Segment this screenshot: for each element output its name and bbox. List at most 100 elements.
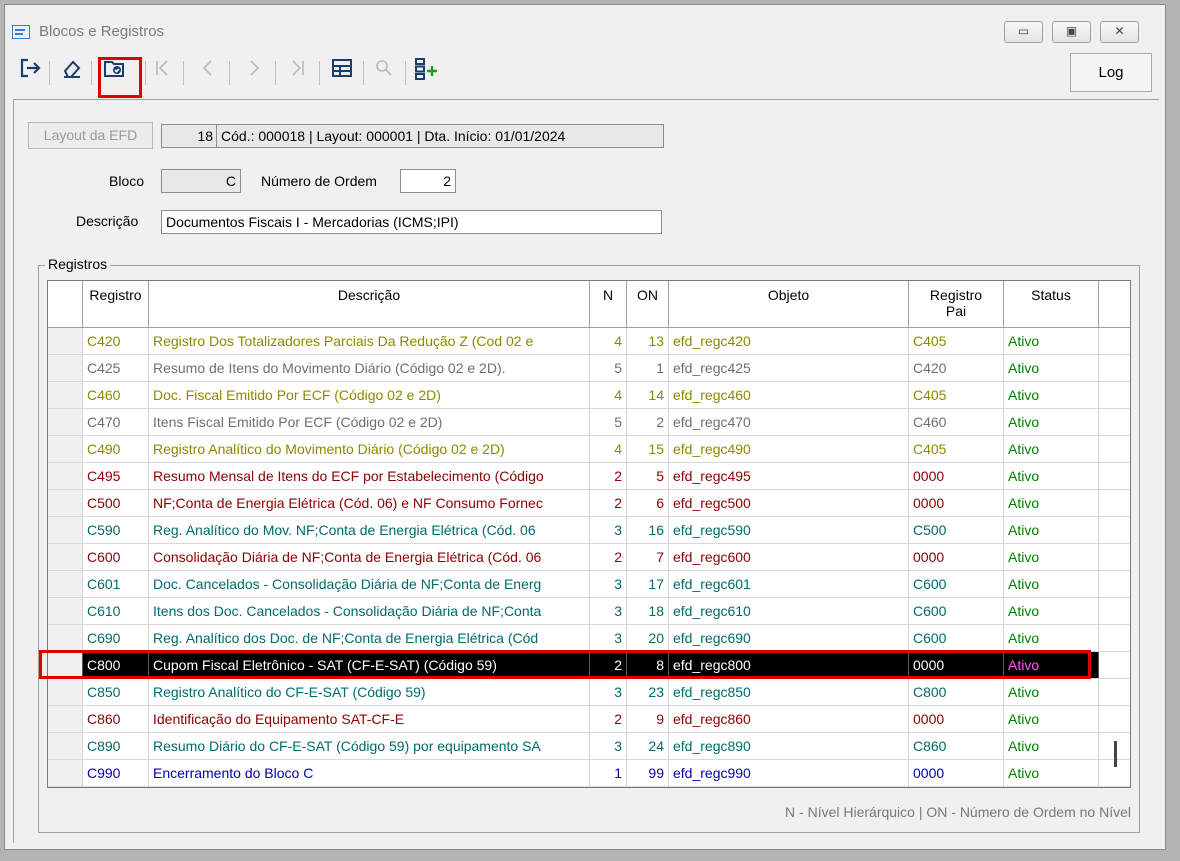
cell-pai: C405 [909, 328, 1004, 354]
eraser-icon[interactable] [57, 57, 87, 87]
cell-descricao: Doc. Cancelados - Consolidação Diária de… [149, 571, 590, 597]
table-row[interactable]: C590 Reg. Analítico do Mov. NF;Conta de E… [48, 517, 1130, 544]
row-indicator[interactable] [48, 571, 83, 597]
table-row[interactable]: C610 Itens dos Doc. Cancelados - Consolid… [48, 598, 1130, 625]
table-row[interactable]: C890 Resumo Diário do CF-E-SAT (Código 59… [48, 733, 1130, 760]
cell-pai: C405 [909, 382, 1004, 408]
row-indicator[interactable] [48, 598, 83, 624]
toolbar-separator [91, 61, 92, 85]
row-indicator[interactable] [48, 625, 83, 651]
cell-n: 3 [590, 679, 627, 705]
cell-n: 2 [590, 706, 627, 732]
grid-header: Registro Descrição N ON Objeto Registro … [48, 281, 1130, 328]
cell-descricao: Reg. Analítico dos Doc. de NF;Conta de E… [149, 625, 590, 651]
search-icon[interactable] [369, 57, 399, 87]
layout-efd-button[interactable]: Layout da EFD [28, 122, 153, 149]
header-indicator [48, 281, 83, 327]
header-registro-pai-line1: Registro [929, 287, 983, 303]
registros-group-label: Registros [45, 256, 111, 272]
cell-objeto: efd_regc600 [669, 544, 909, 570]
cell-on: 24 [627, 733, 669, 759]
add-item-icon[interactable] [411, 57, 441, 87]
row-indicator[interactable] [48, 517, 83, 543]
row-indicator[interactable] [48, 544, 83, 570]
cell-descricao: Resumo Mensal de Itens do ECF por Estabe… [149, 463, 590, 489]
cell-status: Ativo [1004, 436, 1099, 462]
row-indicator[interactable] [48, 679, 83, 705]
close-button[interactable]: ✕ [1100, 21, 1139, 43]
next-record-icon[interactable] [239, 57, 269, 87]
row-indicator[interactable] [48, 328, 83, 354]
legend-footnote: N - Nível Hierárquico | ON - Número de O… [785, 804, 1131, 820]
cell-registro: C590 [83, 517, 149, 543]
cell-n: 5 [590, 355, 627, 381]
table-row[interactable]: C420 Registro Dos Totalizadores Parciais … [48, 328, 1130, 355]
header-objeto[interactable]: Objeto [669, 281, 909, 327]
descricao-field[interactable]: Documentos Fiscais I - Mercadorias (ICMS… [161, 210, 662, 234]
bloco-label: Bloco [109, 173, 145, 189]
registros-group: Registros Registro Descrição N ON Objeto… [38, 256, 1140, 833]
row-indicator[interactable] [48, 490, 83, 516]
header-registro-pai[interactable]: Registro Pai [909, 281, 1004, 327]
header-on[interactable]: ON [627, 281, 669, 327]
header-descricao[interactable]: Descrição [149, 281, 590, 327]
cell-objeto: efd_regc460 [669, 382, 909, 408]
last-record-icon[interactable] [283, 57, 313, 87]
row-indicator[interactable] [48, 382, 83, 408]
toolbar-separator [145, 61, 146, 85]
table-row[interactable]: C470 Itens Fiscal Emitido Por ECF (Código… [48, 409, 1130, 436]
row-indicator[interactable] [48, 706, 83, 732]
cell-pai: C600 [909, 598, 1004, 624]
cell-pai: C420 [909, 355, 1004, 381]
table-row[interactable]: C850 Registro Analítico do CF-E-SAT (Códi… [48, 679, 1130, 706]
cell-descricao: Encerramento do Bloco C [149, 760, 590, 786]
cell-status: Ativo [1004, 463, 1099, 489]
registros-grid[interactable]: Registro Descrição N ON Objeto Registro … [47, 280, 1131, 788]
table-row[interactable]: C425 Resumo de Itens do Movimento Diário … [48, 355, 1130, 382]
header-registro[interactable]: Registro [83, 281, 149, 327]
main-window: Blocos e Registros ▭ ▣ ✕ Log Layout da E… [4, 4, 1166, 850]
previous-record-icon[interactable] [193, 57, 223, 87]
cell-objeto: efd_regc860 [669, 706, 909, 732]
table-row[interactable]: C460 Doc. Fiscal Emitido Por ECF (Código … [48, 382, 1130, 409]
minimize-button[interactable]: ▭ [1004, 21, 1043, 43]
header-n[interactable]: N [590, 281, 627, 327]
table-row[interactable]: C500 NF;Conta de Energia Elétrica (Cód. 0… [48, 490, 1130, 517]
grid-icon[interactable] [327, 57, 357, 87]
cell-descricao: Itens Fiscal Emitido Por ECF (Código 02 … [149, 409, 590, 435]
maximize-button[interactable]: ▣ [1052, 21, 1091, 43]
row-indicator[interactable] [48, 355, 83, 381]
cell-status: Ativo [1004, 598, 1099, 624]
table-row[interactable]: C600 Consolidação Diária de NF;Conta de E… [48, 544, 1130, 571]
cell-pai: 0000 [909, 760, 1004, 786]
table-row[interactable]: C490 Registro Analítico do Movimento Diár… [48, 436, 1130, 463]
table-row[interactable]: C601 Doc. Cancelados - Consolidação Diári… [48, 571, 1130, 598]
row-indicator[interactable] [48, 409, 83, 435]
row-indicator[interactable] [48, 733, 83, 759]
row-indicator[interactable] [48, 436, 83, 462]
cell-pai: C600 [909, 571, 1004, 597]
log-button[interactable]: Log [1070, 53, 1152, 92]
exit-icon[interactable] [15, 57, 45, 87]
table-row[interactable]: C495 Resumo Mensal de Itens do ECF por Es… [48, 463, 1130, 490]
cell-n: 3 [590, 598, 627, 624]
cell-objeto: efd_regc690 [669, 625, 909, 651]
row-indicator[interactable] [48, 760, 83, 786]
cell-status: Ativo [1004, 517, 1099, 543]
row-indicator[interactable] [48, 463, 83, 489]
cell-on: 6 [627, 490, 669, 516]
scroll-thumb[interactable] [1114, 741, 1117, 767]
toolbar-separator [229, 61, 230, 85]
first-record-icon[interactable] [147, 57, 177, 87]
header-status[interactable]: Status [1004, 281, 1099, 327]
table-row[interactable]: C690 Reg. Analítico dos Doc. de NF;Conta … [48, 625, 1130, 652]
cell-registro: C890 [83, 733, 149, 759]
table-row[interactable]: C990 Encerramento do Bloco C 1 99 efd_regc99… [48, 760, 1130, 787]
cell-on: 2 [627, 409, 669, 435]
descricao-label: Descrição [76, 213, 139, 229]
table-row[interactable]: C860 Identificação do Equipamento SAT-CF-… [48, 706, 1130, 733]
cell-n: 3 [590, 571, 627, 597]
ordem-field[interactable]: 2 [400, 169, 456, 193]
cell-n: 3 [590, 625, 627, 651]
layout-id-field: 18 [161, 124, 218, 148]
